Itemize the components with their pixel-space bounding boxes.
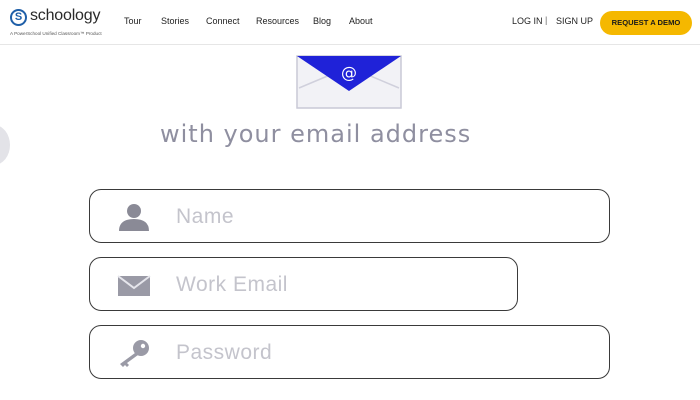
- nav-link-connect-label[interactable]: Connect: [206, 16, 240, 26]
- user-icon: [119, 204, 149, 231]
- logo-tagline: A PowerSchool Unified Classroom™ Product: [10, 31, 102, 36]
- key-icon: [120, 340, 149, 367]
- nav-link-connect[interactable]: Connect: [206, 16, 240, 26]
- request-demo-button[interactable]: REQUEST A DEMO: [600, 11, 692, 35]
- nav-link-about[interactable]: About: [349, 16, 373, 26]
- nav-link-tour-label[interactable]: Tour: [124, 16, 142, 26]
- schoology-logo[interactable]: S schoology A PowerSchool Unified Classr…: [10, 7, 120, 40]
- nav-link-about-label[interactable]: About: [349, 16, 373, 26]
- side-decoration: [0, 125, 10, 165]
- logo-mark: S: [10, 9, 27, 26]
- nav-link-blog-label[interactable]: Blog: [313, 16, 331, 26]
- nav-link-resources[interactable]: Resources: [256, 16, 299, 26]
- logo-wordmark: schoology: [30, 7, 101, 24]
- login-link[interactable]: LOG IN: [512, 16, 543, 26]
- password-input[interactable]: [174, 338, 490, 368]
- nav-link-resources-label[interactable]: Resources: [256, 16, 299, 26]
- at-symbol: @: [341, 63, 357, 82]
- signup-headline: with your email address: [160, 120, 472, 148]
- email-field-container[interactable]: [89, 257, 518, 311]
- nav-link-stories[interactable]: Stories: [161, 16, 189, 26]
- password-field-container[interactable]: [89, 325, 610, 379]
- nav-link-tour[interactable]: Tour: [124, 16, 142, 26]
- nav-link-stories-label[interactable]: Stories: [161, 16, 189, 26]
- work-email-input[interactable]: [174, 270, 435, 300]
- auth-separator: |: [545, 15, 548, 25]
- nav-link-blog[interactable]: Blog: [313, 16, 331, 26]
- top-navigation-bar: S schoology A PowerSchool Unified Classr…: [0, 0, 700, 45]
- name-input[interactable]: [174, 202, 490, 232]
- email-envelope-icon: @: [296, 55, 402, 109]
- name-field-container[interactable]: [89, 189, 610, 243]
- signup-link[interactable]: SIGN UP: [556, 16, 593, 26]
- envelope-icon: [117, 275, 151, 296]
